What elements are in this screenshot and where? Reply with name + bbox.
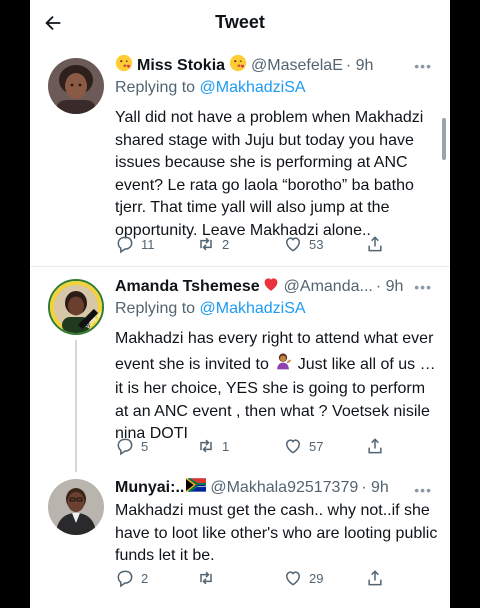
more-icon[interactable]: ••• (414, 482, 432, 498)
timestamp: · 9h (361, 478, 389, 496)
retweet-icon (200, 571, 212, 585)
avatar[interactable] (48, 479, 104, 535)
tweet-text: Makhadzi must get the cash.. why not..if… (115, 502, 438, 564)
south-africa-flag-icon (185, 477, 207, 497)
tweet[interactable]: Munyai:.. @Makhala92517379 · 9h ••• Makh… (30, 0, 450, 608)
share-icon (368, 570, 382, 586)
tweet-screen: Tweet Miss Stokia @MasefelaE · 9h ••• Re… (30, 0, 450, 608)
share-button[interactable] (365, 568, 385, 588)
reply-button[interactable]: 2 (115, 568, 148, 588)
tweet-actions: 2 29 (115, 568, 415, 590)
heart-icon (285, 571, 301, 586)
reply-icon (117, 570, 133, 588)
retweet-button[interactable] (196, 568, 222, 588)
reply-count: 2 (141, 570, 149, 586)
tweet-header: Munyai:.. @Makhala92517379 · 9h (115, 477, 440, 497)
user-handle[interactable]: @Makhala92517379 (210, 479, 358, 497)
display-name[interactable]: Munyai:.. (115, 479, 184, 497)
like-button[interactable]: 29 (283, 568, 323, 588)
like-count: 29 (309, 570, 324, 586)
